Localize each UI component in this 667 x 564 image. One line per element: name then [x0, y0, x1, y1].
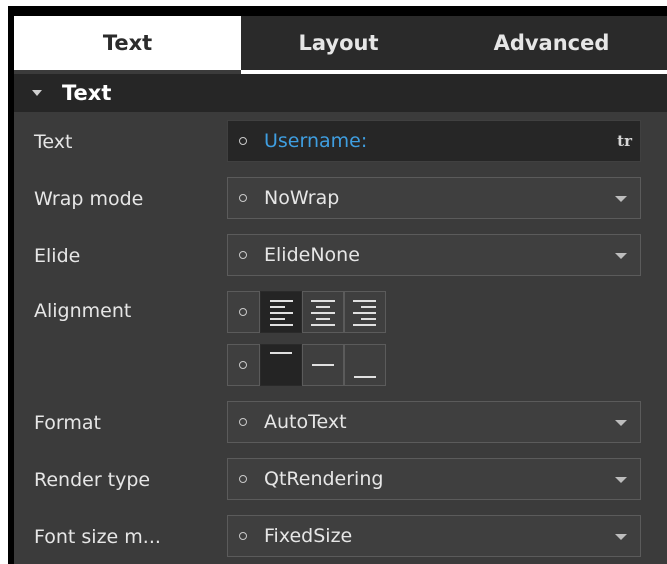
tab-advanced[interactable]: Advanced — [436, 16, 667, 70]
align-vcenter-button[interactable] — [302, 344, 344, 386]
tab-layout[interactable]: Layout — [241, 16, 436, 70]
elide-value: ElideNone — [264, 244, 360, 266]
property-editor-panel: Text Layout Advanced Text Text Username:… — [14, 16, 667, 564]
property-editor-frame: Text Layout Advanced Text Text Username:… — [8, 6, 667, 564]
align-bottom-button[interactable] — [344, 344, 386, 386]
wrap-mode-value: NoWrap — [264, 187, 340, 209]
render-type-value: QtRendering — [264, 468, 384, 490]
horizontal-alignment-group — [227, 291, 402, 333]
binding-dot-icon[interactable] — [239, 532, 247, 540]
binding-dot-icon[interactable] — [239, 361, 247, 369]
left-align-icon — [270, 300, 293, 326]
font-size-mode-dropdown[interactable]: FixedSize — [227, 515, 641, 557]
vcenter-align-icon — [312, 364, 334, 366]
translate-icon[interactable]: tr — [617, 132, 632, 150]
vertical-alignment-group — [227, 344, 402, 386]
elide-dropdown[interactable]: ElideNone — [227, 234, 641, 276]
binding-dot-icon[interactable] — [239, 418, 247, 426]
font-size-mode-label: Font size m... — [34, 526, 161, 548]
font-size-mode-value: FixedSize — [264, 525, 353, 547]
chevron-down-icon[interactable] — [615, 196, 627, 202]
chevron-down-icon[interactable] — [615, 420, 627, 426]
text-label: Text — [34, 131, 73, 153]
section-header-text[interactable]: Text — [14, 74, 667, 112]
format-value: AutoText — [264, 411, 347, 433]
text-input-value: Username: — [264, 130, 368, 152]
align-left-button[interactable] — [260, 291, 302, 333]
chevron-down-icon[interactable] — [615, 477, 627, 483]
top-align-icon — [270, 352, 292, 354]
binding-dot-icon[interactable] — [239, 308, 247, 316]
wrap-mode-dropdown[interactable]: NoWrap — [227, 177, 641, 219]
binding-dot-icon[interactable] — [239, 475, 247, 483]
binding-toggle[interactable] — [227, 291, 260, 333]
format-label: Format — [34, 412, 101, 434]
align-top-button[interactable] — [260, 344, 302, 386]
chevron-down-icon[interactable] — [615, 253, 627, 259]
bottom-align-icon — [354, 376, 376, 378]
text-input[interactable]: Username: tr — [227, 120, 641, 162]
center-align-icon — [311, 300, 335, 326]
binding-dot-icon[interactable] — [239, 251, 247, 259]
tab-bar: Text Layout Advanced — [14, 16, 667, 70]
elide-label: Elide — [34, 245, 81, 267]
right-align-icon — [353, 300, 376, 326]
binding-dot-icon[interactable] — [239, 194, 247, 202]
chevron-down-icon[interactable] — [615, 534, 627, 540]
format-dropdown[interactable]: AutoText — [227, 401, 641, 443]
render-type-label: Render type — [34, 469, 151, 491]
align-right-button[interactable] — [344, 291, 386, 333]
align-center-button[interactable] — [302, 291, 344, 333]
section-title: Text — [62, 81, 112, 105]
binding-toggle[interactable] — [227, 344, 260, 386]
wrap-mode-label: Wrap mode — [34, 188, 144, 210]
alignment-label: Alignment — [34, 300, 132, 322]
render-type-dropdown[interactable]: QtRendering — [227, 458, 641, 500]
tab-text[interactable]: Text — [14, 16, 241, 70]
binding-dot-icon[interactable] — [239, 137, 247, 145]
collapse-triangle-icon[interactable] — [32, 90, 42, 96]
